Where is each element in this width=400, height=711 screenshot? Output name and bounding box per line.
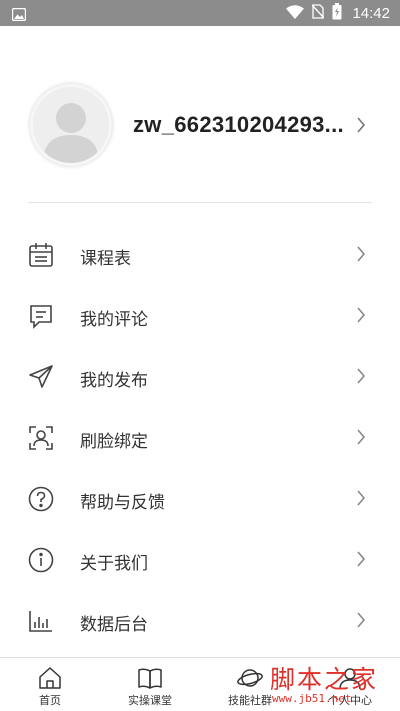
default-avatar-icon — [43, 103, 99, 163]
chevron-right-icon — [356, 551, 366, 571]
home-icon — [37, 665, 63, 691]
battery-charging-icon — [332, 2, 342, 24]
chevron-right-icon — [356, 612, 366, 632]
watermark-url: www.jb51.net — [272, 692, 352, 705]
help-icon — [28, 486, 54, 512]
image-notification-icon — [11, 6, 27, 25]
menu-label: 关于我们 — [80, 554, 148, 574]
status-time: 14:42 — [352, 4, 390, 22]
watermark-title: 脚本之家 — [270, 665, 379, 694]
menu-label: 刷脸绑定 — [80, 432, 148, 452]
avatar[interactable] — [30, 84, 112, 166]
chevron-right-icon — [356, 246, 366, 266]
chevron-right-icon — [356, 117, 366, 137]
username: zw_662310204293... — [133, 112, 344, 137]
menu-label: 我的发布 — [80, 371, 148, 391]
nav-label: 实操课堂 — [128, 694, 172, 707]
menu-item-my-comments[interactable]: 我的评论 — [0, 285, 400, 346]
info-icon — [28, 547, 54, 573]
book-icon — [137, 665, 163, 691]
chevron-right-icon — [356, 490, 366, 510]
chevron-right-icon — [356, 307, 366, 327]
menu-label: 我的评论 — [80, 310, 148, 330]
menu-label: 数据后台 — [80, 615, 148, 635]
menu-item-schedule[interactable]: 课程表 — [0, 224, 400, 285]
menu-item-data-backend[interactable]: 数据后台 — [0, 590, 400, 651]
nav-tab-home[interactable]: 首页 — [0, 658, 100, 711]
face-scan-icon — [28, 425, 54, 451]
send-icon — [28, 364, 54, 390]
menu-item-my-posts[interactable]: 我的发布 — [0, 346, 400, 407]
bar-chart-icon — [28, 608, 54, 634]
menu-item-about-us[interactable]: 关于我们 — [0, 529, 400, 590]
nav-tab-practical-class[interactable]: 实操课堂 — [100, 658, 200, 711]
menu-item-help-feedback[interactable]: 帮助与反馈 — [0, 468, 400, 529]
no-sim-icon — [311, 3, 325, 23]
calendar-icon — [28, 242, 54, 268]
chevron-right-icon — [356, 429, 366, 449]
wifi-icon — [286, 4, 305, 23]
status-bar: 14:42 — [0, 0, 400, 26]
menu-label: 课程表 — [80, 249, 131, 269]
profile-header[interactable]: zw_662310204293... — [0, 80, 400, 172]
watermark: 脚本之家 www.jb51.net — [268, 660, 400, 711]
nav-label: 首页 — [39, 694, 61, 707]
chevron-right-icon — [356, 368, 366, 388]
menu-item-face-binding[interactable]: 刷脸绑定 — [0, 407, 400, 468]
menu-label: 帮助与反馈 — [80, 493, 165, 513]
divider — [28, 202, 372, 203]
planet-icon — [237, 665, 263, 691]
comment-icon — [28, 303, 54, 329]
